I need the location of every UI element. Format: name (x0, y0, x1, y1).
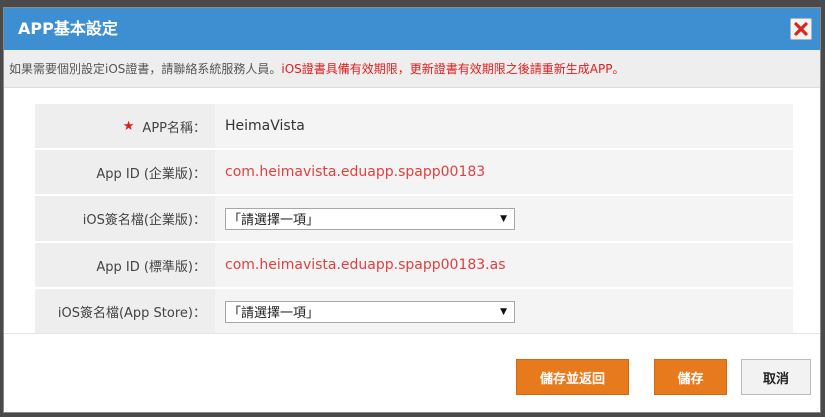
ios-signing-enterprise-select[interactable]: 「請選擇一項」 ▼ (225, 207, 515, 230)
app-id-enterprise-label: App ID (企業版)： (35, 150, 215, 194)
app-name-label-text: APP名稱： (142, 120, 206, 136)
cancel-button[interactable]: 取消 (741, 359, 811, 395)
dialog-titlebar: APP基本設定 (4, 8, 820, 50)
required-star-icon: ★ (122, 118, 135, 134)
save-button[interactable]: 儲存 (654, 359, 727, 395)
ios-signing-appstore-select[interactable]: 「請選擇一項」 ▼ (225, 300, 515, 323)
dropdown-arrow-icon: ▼ (500, 306, 507, 317)
app-id-standard-label: App ID (標準版)： (35, 243, 215, 287)
form-row-app-id-standard: App ID (標準版)： com.heimavista.eduapp.spap… (35, 243, 793, 289)
notice-text: 如果需要個別設定iOS證書，請聯絡系統服務人員。 (9, 62, 282, 76)
form-row-ios-signing-appstore: iOS簽名檔(App Store)： 「請選擇一項」 ▼ (35, 289, 793, 336)
dialog-title: APP基本設定 (18, 19, 118, 38)
app-id-standard-value: com.heimavista.eduapp.spapp00183.as (215, 243, 793, 287)
notice-warning-text: iOS證書具備有效期限，更新證書有效期限之後請重新生成APP。 (281, 62, 625, 76)
ios-signing-enterprise-label: iOS簽名檔(企業版)： (35, 196, 215, 241)
dropdown-arrow-icon: ▼ (500, 213, 507, 224)
ios-signing-appstore-selected: 「請選擇一項」 (228, 306, 320, 321)
save-and-return-button[interactable]: 儲存並返回 (516, 359, 629, 395)
settings-form: ★ APP名稱： HeimaVista App ID (企業版)： com.he… (35, 104, 793, 336)
footer-divider (4, 333, 820, 334)
form-row-ios-signing-enterprise: iOS簽名檔(企業版)： 「請選擇一項」 ▼ (35, 196, 793, 243)
app-name-label: ★ APP名稱： (35, 104, 215, 148)
ios-signing-enterprise-selected: 「請選擇一項」 (228, 213, 320, 228)
form-row-app-id-enterprise: App ID (企業版)： com.heimavista.eduapp.spap… (35, 150, 793, 196)
close-button[interactable] (790, 18, 812, 40)
app-name-value: HeimaVista (215, 104, 793, 148)
close-icon (794, 22, 808, 36)
ios-signing-appstore-label: iOS簽名檔(App Store)： (35, 289, 215, 334)
app-settings-dialog: APP基本設定 如果需要個別設定iOS證書，請聯絡系統服務人員。iOS證書具備有… (3, 7, 821, 413)
certificate-notice: 如果需要個別設定iOS證書，請聯絡系統服務人員。iOS證書具備有效期限，更新證書… (4, 50, 820, 88)
app-id-enterprise-value: com.heimavista.eduapp.spapp00183 (215, 150, 793, 194)
form-row-app-name: ★ APP名稱： HeimaVista (35, 104, 793, 150)
